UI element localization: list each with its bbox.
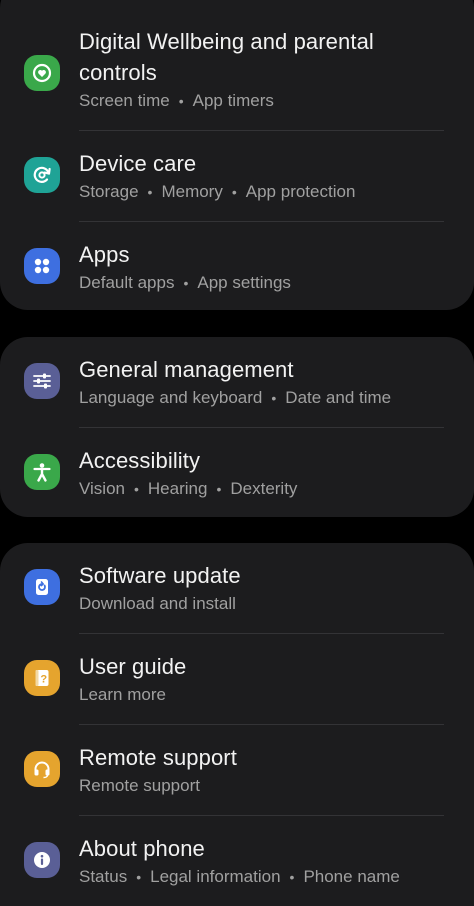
settings-screen: Digital Wellbeing and parental controls … [0,0,474,906]
subtitle-part: Download and install [79,594,236,613]
separator-dot: • [136,869,142,885]
subtitle-part: Legal information [150,867,281,886]
separator-dot: • [289,869,295,885]
sliders-icon [24,363,60,399]
headset-icon [24,751,60,787]
item-subtitle: Language and keyboard • Date and time [79,387,391,409]
separator-dot: • [231,184,237,200]
item-title: Device care [79,151,197,176]
subtitle-part: Phone name [303,867,400,886]
item-title: User guide [79,654,187,679]
item-subtitle: Vision • Hearing • Dexterity [79,478,297,500]
item-title: Digital Wellbeing and parental controls [79,29,374,85]
settings-item-software-update[interactable]: Software update Download and install [0,543,474,633]
subtitle-part: Hearing [147,479,208,498]
help-book-icon: ? [24,660,60,696]
subtitle-part: Vision [79,479,125,498]
item-title: About phone [79,836,205,861]
settings-item-digital-wellbeing[interactable]: Digital Wellbeing and parental controls … [0,22,474,132]
subtitle-part: Remote support [79,776,200,795]
update-icon [24,569,60,605]
settings-item-device-care[interactable]: Device care Storage • Memory • App protectio… [0,131,474,221]
item-subtitle: Status • Legal information • Phone name [79,866,400,888]
subtitle-part: App settings [197,273,291,292]
subtitle-part: Dexterity [230,479,298,498]
person-icon [24,454,60,490]
subtitle-part: Learn more [79,685,166,704]
subtitle-part: Storage [79,182,139,201]
item-title: Accessibility [79,448,201,473]
settings-item-user-guide[interactable]: ? User guide Learn more [0,634,474,724]
subtitle-part: Default apps [79,273,175,292]
subtitle-part: App timers [192,91,274,110]
item-subtitle: Storage • Memory • App protection [79,181,355,203]
separator-dot: • [147,184,153,200]
item-title: Remote support [79,745,237,770]
svg-text:?: ? [40,674,47,686]
separator-dot: • [271,390,277,406]
settings-item-about-phone[interactable]: About phone Status • Legal information • Pho… [0,816,474,906]
settings-item-apps[interactable]: Apps Default apps • App settings [0,222,474,310]
item-title: Software update [79,563,241,588]
refresh-circle-icon [24,157,60,193]
four-dots-icon [24,248,60,284]
separator-dot: • [178,93,184,109]
item-title: General management [79,357,294,382]
settings-item-remote-support[interactable]: Remote support Remote support [0,725,474,815]
item-subtitle: Download and install [79,593,236,615]
subtitle-part: App protection [245,182,356,201]
item-subtitle: Screen time • App timers [79,90,274,112]
subtitle-part: Memory [161,182,223,201]
item-subtitle: Learn more [79,684,166,706]
subtitle-part: Language and keyboard [79,388,263,407]
separator-dot: • [216,481,222,497]
separator-dot: • [183,275,189,291]
subtitle-part: Status [79,867,128,886]
subtitle-part: Date and time [285,388,392,407]
separator-dot: • [134,481,139,497]
info-icon [24,842,60,878]
settings-item-accessibility[interactable]: Accessibility Vision • Hearing • Dexterity [0,428,474,517]
item-subtitle: Default apps • App settings [79,272,291,294]
heart-circle-icon [24,55,60,91]
item-subtitle: Remote support [79,775,200,797]
settings-item-general-management[interactable]: General management Language and keyboard… [0,337,474,427]
subtitle-part: Screen time [79,91,170,110]
item-title: Apps [79,242,130,267]
